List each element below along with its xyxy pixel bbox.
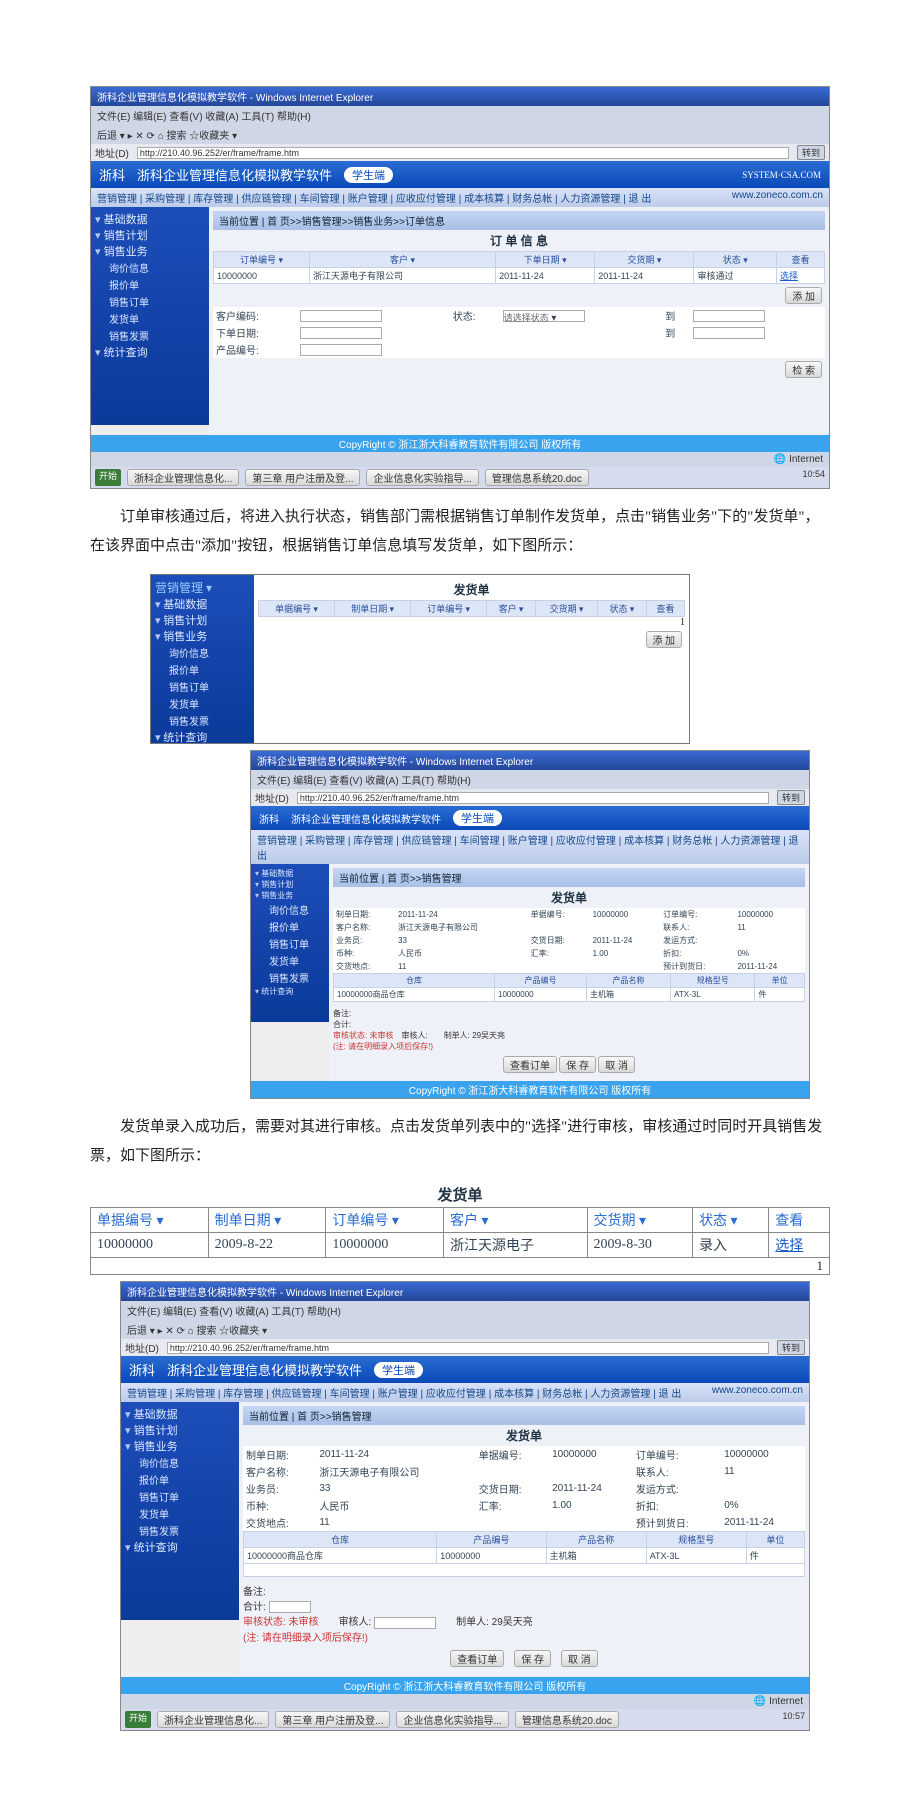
go-button[interactable]: 转到 bbox=[797, 145, 825, 160]
clock: 10:54 bbox=[802, 469, 825, 486]
page-title: 订 单 信 息 bbox=[215, 232, 823, 249]
content-pane: 当前位置 | 首 页>>销售管理 发货单 制单日期:2011-11-24单据编号… bbox=[329, 864, 809, 1081]
cancel-button[interactable]: 取 消 bbox=[598, 1056, 635, 1073]
save-button[interactable]: 保 存 bbox=[514, 1650, 551, 1667]
view-order-button[interactable]: 查看订单 bbox=[503, 1056, 557, 1073]
screenshot-3: 浙科企业管理信息化模拟教学软件 - Windows Internet Explo… bbox=[250, 750, 810, 1099]
view-order-button[interactable]: 查看订单 bbox=[450, 1650, 504, 1667]
delivery-table: 单据编号 ▾制单日期 ▾订单编号 ▾客户 ▾交货期 ▾状态 ▾查看 bbox=[258, 600, 685, 617]
logo: 浙科 bbox=[99, 165, 125, 184]
paragraph-1: 订单审核通过后，将进入执行状态，销售部门需根据销售订单制作发货单，点击"销售业务… bbox=[90, 503, 830, 560]
sidebar-item-inquiry[interactable]: 询价信息 bbox=[95, 259, 205, 276]
table-row: 10000000商品仓库10000000主机箱ATX-3L件 bbox=[244, 1548, 805, 1564]
add-button[interactable]: 添 加 bbox=[646, 631, 683, 648]
sidebar-item-salesbiz[interactable]: 销售业务 bbox=[95, 243, 205, 259]
date-from-input[interactable] bbox=[300, 327, 382, 339]
content-pane: 当前位置 | 首 页>>销售管理>>销售业务>>订单信息 订 单 信 息 订单编… bbox=[209, 207, 829, 435]
url-input[interactable]: http://210.40.96.252/er/frame/frame.htm bbox=[137, 147, 789, 159]
select-link[interactable]: 选择 bbox=[775, 1239, 803, 1254]
item-grid: 仓库产品编号产品名称规格型号单位 10000000商品仓库10000000主机箱… bbox=[333, 973, 805, 1002]
sidebar-item-salesorder[interactable]: 销售订单 bbox=[95, 293, 205, 310]
sidebar-item-stats[interactable]: 统计查询 bbox=[95, 344, 205, 360]
page-title: 发货单 bbox=[260, 581, 683, 598]
app-banner: 浙科 浙科企业管理信息化模拟教学软件 学生端 SYSTEM·CSA.COM bbox=[91, 161, 829, 188]
delivery-form: 制单日期:2011-11-24单据编号:10000000订单编号:1000000… bbox=[243, 1446, 805, 1531]
cancel-button[interactable]: 取 消 bbox=[561, 1650, 598, 1667]
table-row: 10000000商品仓库10000000主机箱ATX-3L件 bbox=[334, 988, 805, 1002]
address-bar: 地址(D) http://210.40.96.252/er/frame/fram… bbox=[91, 144, 829, 161]
role-badge: 学生端 bbox=[344, 167, 393, 183]
sidebar-item-delivery[interactable]: 发货单 bbox=[95, 310, 205, 327]
breadcrumb: 当前位置 | 首 页>>销售管理>>销售业务>>订单信息 bbox=[213, 211, 825, 230]
sidebar: 基础数据 销售计划 销售业务 询价信息 报价单 销售订单 发货单 销售发票 统计… bbox=[91, 207, 209, 425]
ie-toolbar: 后退 ▾ ▸ ✕ ⟳ ⌂ 搜索 ☆收藏夹 ▾ bbox=[91, 125, 829, 144]
select-link[interactable]: 选择 bbox=[780, 271, 798, 281]
content-pane: 发货单 单据编号 ▾制单日期 ▾订单编号 ▾客户 ▾交货期 ▾状态 ▾查看 1 … bbox=[254, 575, 689, 743]
sidebar-item-salesplan[interactable]: 销售计划 bbox=[95, 227, 205, 243]
order-table: 订单编号 ▾客户 ▾下单日期 ▾交货期 ▾状态 ▾查看 10000000浙江天源… bbox=[213, 251, 825, 284]
filter-form: 客户编码: 状态:请选择状态 ▾ 到 下单日期: 到 产品编号: bbox=[213, 307, 825, 358]
addr-label: 地址(D) bbox=[95, 145, 129, 160]
status-select[interactable]: 请选择状态 ▾ bbox=[503, 310, 585, 322]
ie-menubar: 文件(E) 编辑(E) 查看(V) 收藏(A) 工具(T) 帮助(H) bbox=[91, 106, 829, 125]
status-bar: CopyRight © 浙江浙大科睿教育软件有限公司 版权所有 bbox=[91, 435, 829, 452]
table-title: 发货单 bbox=[92, 1184, 828, 1205]
ie-status: 🌐 Internet bbox=[91, 452, 829, 467]
product-code-input[interactable] bbox=[300, 344, 382, 356]
table-row: 10000000浙江天源电子有限公司2011-11-242011-11-24审核… bbox=[214, 268, 825, 284]
window-title: 浙科企业管理信息化模拟教学软件 - Windows Internet Explo… bbox=[91, 87, 829, 106]
screenshot-1: 浙科企业管理信息化模拟教学软件 - Windows Internet Explo… bbox=[90, 86, 830, 489]
content-pane: 当前位置 | 首 页>>销售管理 发货单 制单日期:2011-11-24单据编号… bbox=[239, 1402, 809, 1677]
banner-title: 浙科企业管理信息化模拟教学软件 bbox=[137, 165, 332, 184]
sidebar-item-quote[interactable]: 报价单 bbox=[95, 276, 205, 293]
sidebar-item-basedata[interactable]: 基础数据 bbox=[95, 211, 205, 227]
sidebar: 营销管理 ▾ 基础数据 销售计划 销售业务 询价信息 报价单 销售订单 发货单 … bbox=[151, 575, 254, 743]
screenshot-4: 浙科企业管理信息化模拟教学软件 - Windows Internet Explo… bbox=[120, 1281, 810, 1731]
customer-code-input[interactable] bbox=[300, 310, 382, 322]
item-grid: 仓库产品编号产品名称规格型号单位 10000000商品仓库10000000主机箱… bbox=[243, 1531, 805, 1577]
paragraph-2: 发货单录入成功后，需要对其进行审核。点击发货单列表中的"选择"进行审核，审核通过… bbox=[90, 1113, 830, 1170]
sidebar-item-invoice[interactable]: 销售发票 bbox=[95, 327, 205, 344]
search-button[interactable]: 检 索 bbox=[785, 361, 822, 378]
save-button[interactable]: 保 存 bbox=[559, 1056, 596, 1073]
delivery-form: 制单日期:2011-11-24单据编号:10000000订单编号:1000000… bbox=[333, 908, 805, 973]
top-nav[interactable]: 营销管理 | 采购管理 | 库存管理 | 供应链管理 | 车间管理 | 账户管理… bbox=[91, 188, 829, 207]
delivery-list-table: 单据编号 ▾制单日期 ▾订单编号 ▾客户 ▾交货期 ▾状态 ▾查看 100000… bbox=[90, 1207, 830, 1258]
taskbar: 开始 浙科企业管理信息化... 第三章 用户注册及登... 企业信息化实验指导.… bbox=[91, 467, 829, 488]
screenshot-2: 营销管理 ▾ 基础数据 销售计划 销售业务 询价信息 报价单 销售订单 发货单 … bbox=[150, 574, 690, 744]
add-button[interactable]: 添 加 bbox=[785, 287, 822, 304]
banner-right: SYSTEM·CSA.COM bbox=[742, 170, 821, 180]
table-row: 100000002009-8-2210000000浙江天源电子2009-8-30… bbox=[91, 1233, 830, 1258]
clock: 10:57 bbox=[782, 1711, 805, 1728]
site-url: www.zoneco.com.cn bbox=[732, 190, 823, 201]
